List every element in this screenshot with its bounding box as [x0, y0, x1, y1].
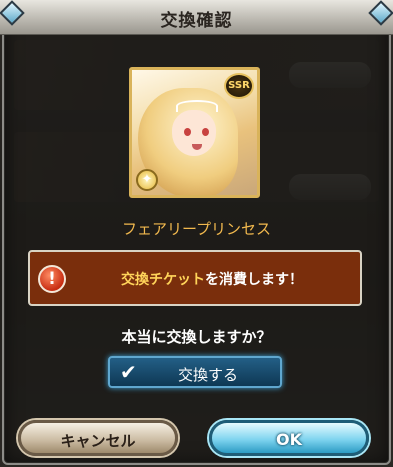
dialog-title: 交換確認 [160, 11, 233, 31]
ssr-badge: SSR [224, 73, 254, 99]
exchange-toggle-button[interactable]: ✔ 交換する [108, 356, 282, 388]
check-icon: ✔ [120, 360, 137, 384]
exchange-button-label: 交換する [177, 366, 238, 384]
ok-button-label: OK [276, 430, 302, 449]
consume-notice: ! 交換チケットを消費します！ [28, 250, 362, 306]
dialog-titlebar: 交換確認 [0, 0, 393, 35]
notice-text: 交換チケットを消費します！ [70, 269, 354, 289]
notice-rest: を消費します！ [205, 272, 303, 288]
confirm-question: 本当に交換しますか？ [121, 328, 272, 346]
cancel-button[interactable]: キャンセル [18, 420, 178, 456]
character-card-image: SSR ✦ [129, 67, 260, 198]
item-name: フェアリープリンセス [121, 220, 272, 238]
ok-button[interactable]: OK [209, 420, 369, 456]
warning-icon: ! [38, 265, 66, 293]
notice-highlight: 交換チケット [121, 272, 205, 288]
light-element-icon: ✦ [136, 169, 158, 191]
cancel-button-label: キャンセル [60, 432, 136, 450]
